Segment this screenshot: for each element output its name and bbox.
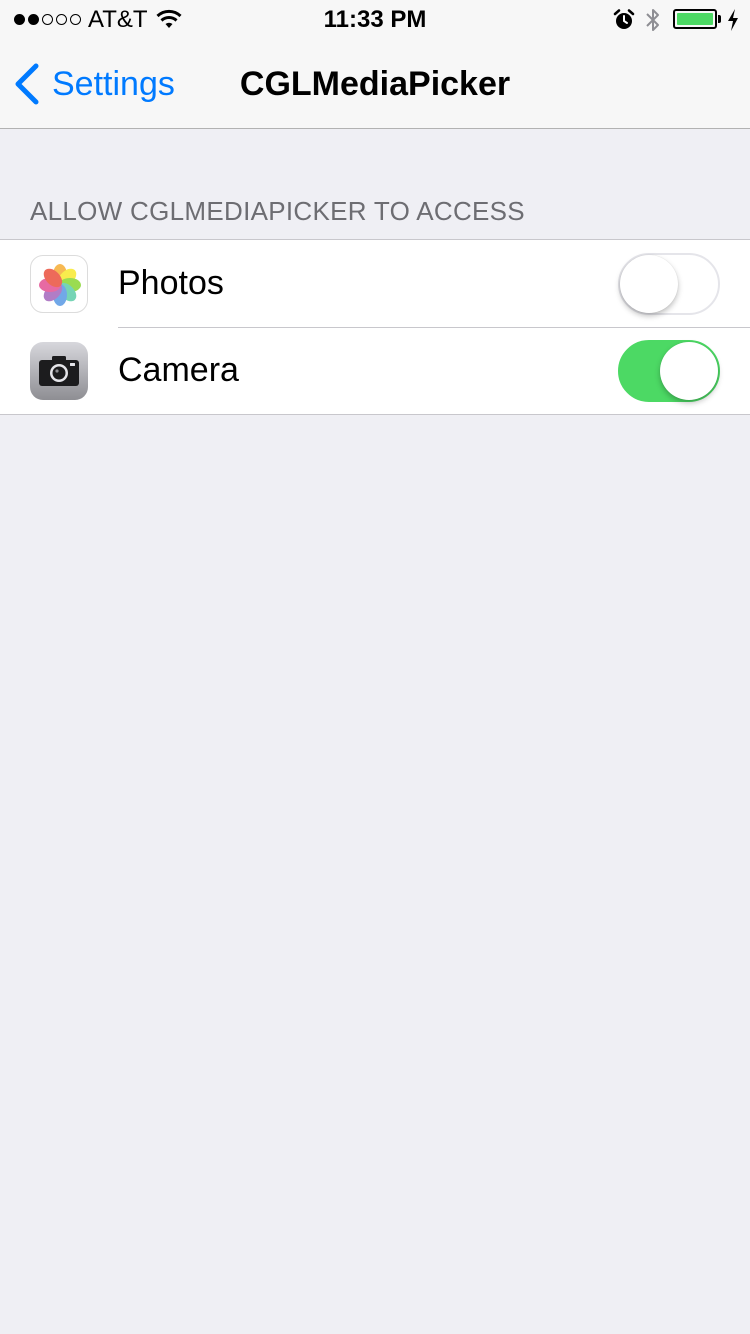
battery-icon (673, 9, 717, 29)
camera-icon (30, 341, 88, 400)
toggle-knob (620, 254, 678, 313)
photos-icon-graphic (39, 263, 81, 306)
camera-toggle[interactable] (618, 339, 720, 402)
navigation-bar: Settings CGLMediaPicker (0, 40, 750, 129)
battery-fill (677, 13, 713, 25)
page-title: CGLMediaPicker (239, 65, 511, 103)
bluetooth-icon (646, 9, 659, 31)
list-item-camera: Camera (0, 327, 750, 414)
alarm-icon (613, 9, 635, 29)
photos-label: Photos (118, 264, 224, 302)
photos-icon (30, 254, 88, 313)
charging-icon (728, 9, 738, 31)
battery-tip (718, 15, 721, 23)
toggle-knob (660, 341, 718, 400)
camera-icon-graphic (39, 355, 79, 386)
permissions-list: Photos Camera (0, 239, 750, 415)
status-bar: AT&T 11:33 PM (0, 0, 750, 40)
camera-label: Camera (118, 351, 239, 389)
list-item-photos: Photos (0, 240, 750, 327)
photos-toggle[interactable] (618, 252, 720, 315)
status-time: 11:33 PM (323, 6, 427, 33)
section-header: ALLOW CGLMEDIAPICKER TO ACCESS (30, 196, 525, 226)
